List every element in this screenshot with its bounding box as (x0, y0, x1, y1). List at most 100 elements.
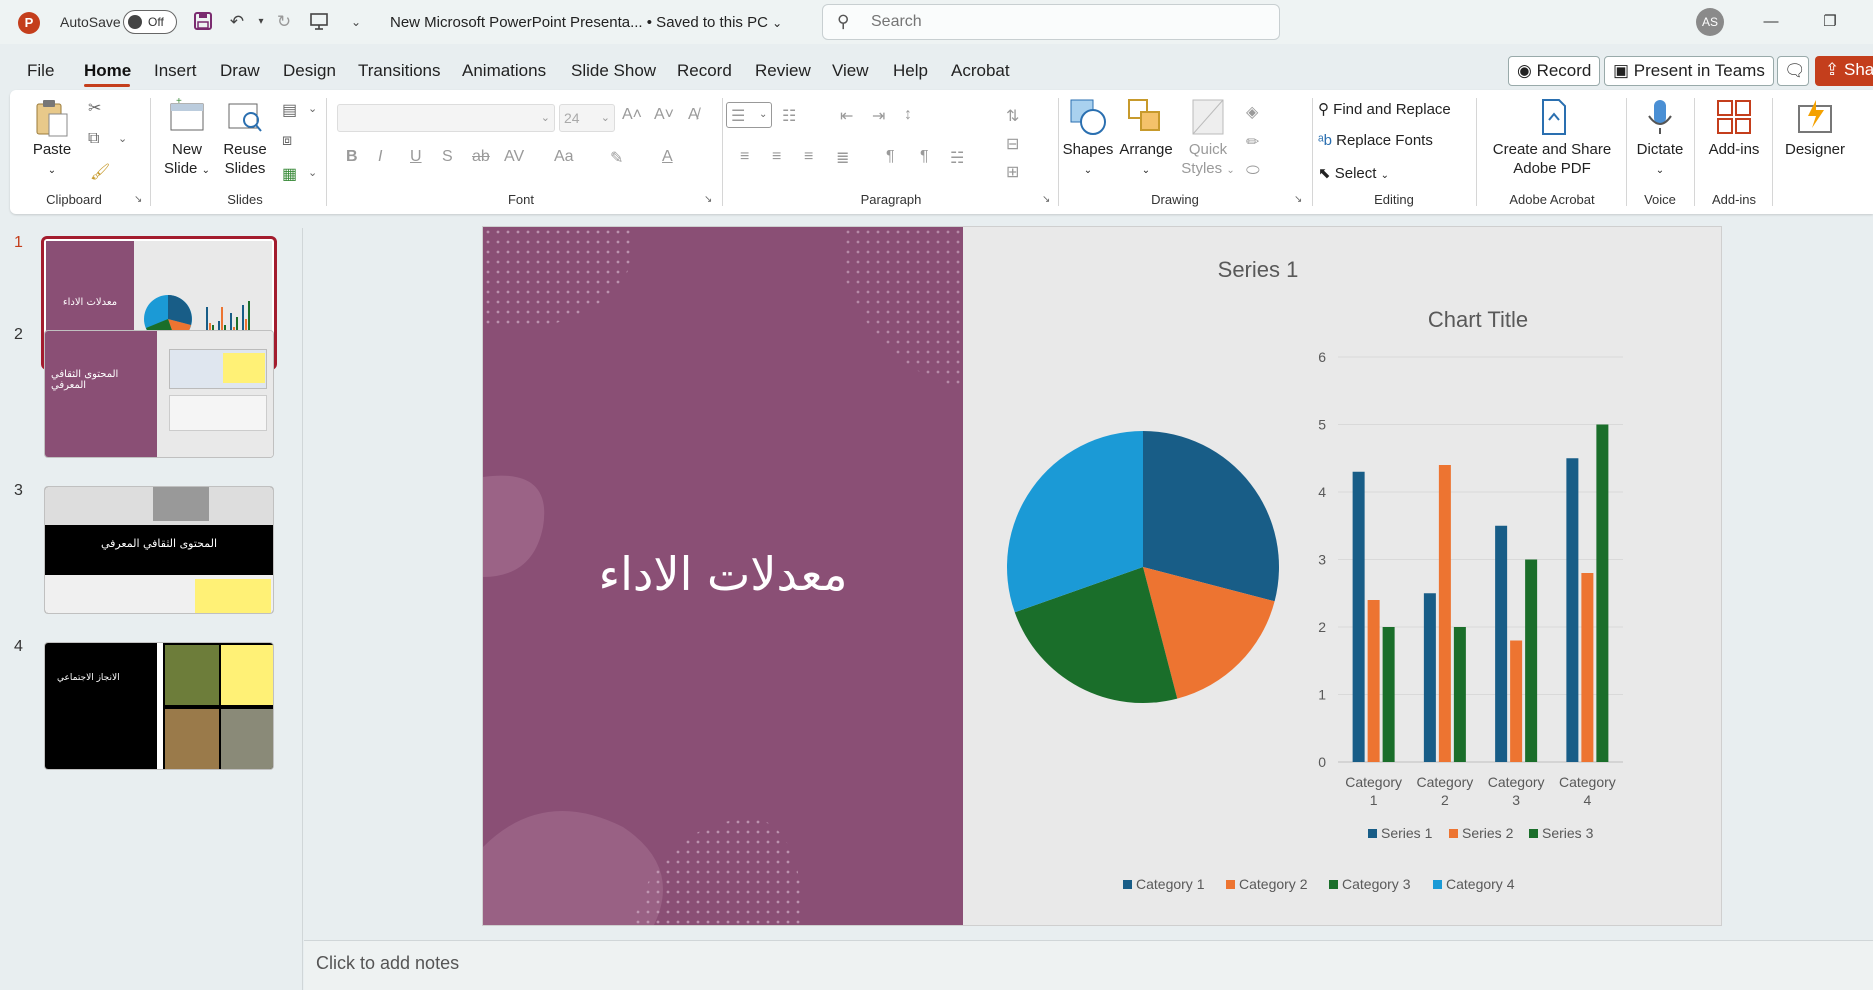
bar-legend-label: Series 3 (1542, 825, 1594, 841)
underline-icon[interactable]: U (410, 148, 422, 166)
redo-icon[interactable]: ↻ (273, 11, 295, 33)
change-case-icon[interactable]: Aa (554, 148, 574, 166)
quick-styles-button[interactable]: Quick Styles ⌄ (1180, 98, 1236, 180)
slide-canvas[interactable]: معدلات الاداء Series 1 Category 1 Category… (482, 226, 1722, 926)
section-dropdown-icon[interactable]: ⌄ (308, 166, 317, 179)
shapes-button[interactable]: Shapes ⌄ (1060, 98, 1116, 180)
text-direction-icon[interactable]: ⇅ (1006, 106, 1019, 126)
font-family-select[interactable]: ⌄ (337, 104, 555, 132)
slide-title[interactable]: معدلات الاداء (483, 547, 963, 601)
new-slide-button[interactable]: + New Slide ⌄ (160, 96, 214, 180)
comments-button[interactable]: 🗨 (1777, 56, 1809, 86)
shadow-icon[interactable]: S (442, 148, 453, 166)
clear-formatting-icon[interactable]: A̸ (688, 106, 699, 124)
cut-icon[interactable]: ✂ (88, 98, 101, 118)
charts[interactable]: Series 1 Category 1 Category 2 Category 3 Ca… (963, 227, 1722, 926)
shape-outline-icon[interactable]: ✏ (1246, 132, 1259, 152)
layout-icon[interactable]: ▤ (282, 100, 297, 120)
slide-thumbnail-4[interactable]: الانجاز الاجتماعي (44, 642, 274, 770)
tab-draw[interactable]: Draw (220, 61, 260, 81)
present-from-start-icon[interactable] (308, 11, 330, 33)
layout-dropdown-icon[interactable]: ⌄ (308, 102, 317, 115)
search-input[interactable] (871, 11, 1251, 33)
decrease-indent-icon[interactable]: ⇤ (840, 106, 853, 126)
justify-icon[interactable]: ≣ (836, 148, 849, 168)
notes-pane[interactable]: Click to add notes (304, 940, 1873, 990)
replace-fonts-button[interactable]: ᵃb Replace Fonts (1318, 132, 1433, 149)
font-size-select[interactable]: 24 ⌄ (559, 104, 615, 132)
character-spacing-icon[interactable]: AV (504, 148, 524, 166)
ltr-icon[interactable]: ¶ (886, 148, 895, 166)
tab-view[interactable]: View (832, 61, 869, 81)
undo-dropdown-icon[interactable]: ▾ (250, 11, 272, 33)
tab-animations[interactable]: Animations (462, 61, 546, 81)
pie-legend-swatch (1433, 880, 1442, 889)
create-share-pdf-button[interactable]: Create and Share Adobe PDF (1482, 98, 1622, 178)
tab-insert[interactable]: Insert (154, 61, 197, 81)
tab-review[interactable]: Review (755, 61, 811, 81)
slide-thumbnail-3[interactable]: المحتوى الثقافي المعرفي (44, 486, 274, 614)
record-button[interactable]: ◉ Record (1508, 56, 1601, 86)
reset-icon[interactable]: ⧈ (282, 132, 292, 150)
document-title[interactable]: New Microsoft PowerPoint Presenta... • S… (390, 14, 782, 31)
pane-divider[interactable] (302, 228, 303, 990)
copy-icon[interactable]: ⧉ (88, 130, 99, 148)
format-painter-icon[interactable]: 🖌 (90, 162, 110, 182)
bullets-button[interactable]: ☰ ⌄ (726, 102, 772, 128)
y-tick-label: 4 (1318, 484, 1326, 500)
shape-fill-icon[interactable]: ◈ (1246, 102, 1258, 122)
align-center-icon[interactable]: ≡ (772, 148, 781, 166)
tab-file[interactable]: File (27, 61, 54, 81)
tab-transitions[interactable]: Transitions (358, 61, 441, 81)
share-button[interactable]: ⇪ Share (1815, 56, 1873, 86)
font-color-icon[interactable]: A (662, 148, 673, 166)
tab-design[interactable]: Design (283, 61, 336, 81)
reuse-slides-button[interactable]: Reuse Slides (218, 98, 272, 178)
tab-help[interactable]: Help (893, 61, 928, 81)
smartart-icon[interactable]: ⊞ (1006, 162, 1019, 182)
tab-acrobat[interactable]: Acrobat (951, 61, 1010, 81)
thumbnail-number: 3 (14, 482, 23, 499)
search-box[interactable]: ⚲ (822, 4, 1280, 40)
dialog-launcher-icon[interactable]: ↘ (1042, 194, 1050, 205)
columns-icon[interactable]: ☵ (950, 148, 964, 168)
align-right-icon[interactable]: ≡ (804, 148, 813, 166)
paste-button[interactable]: Paste ⌄ (28, 98, 76, 180)
rtl-icon[interactable]: ¶ (920, 148, 929, 166)
decrease-font-icon[interactable]: A˅ (654, 106, 674, 124)
designer-button[interactable]: Designer (1778, 98, 1852, 159)
align-left-icon[interactable]: ≡ (740, 148, 749, 166)
add-ins-button[interactable]: Add-ins (1700, 98, 1768, 159)
find-and-replace-button[interactable]: ⚲ Find and Replace (1318, 100, 1451, 118)
select-button[interactable]: ⬉ Select ⌄ (1318, 164, 1389, 182)
dictate-button[interactable]: Dictate ⌄ (1630, 98, 1690, 180)
numbering-icon[interactable]: ☷ (782, 106, 796, 126)
tab-home[interactable]: Home (84, 61, 131, 81)
line-spacing-icon[interactable]: ↕ (904, 106, 912, 124)
slide-thumbnail-2[interactable]: المحتوى الثقافي المعرفي (44, 330, 274, 458)
align-text-icon[interactable]: ⊟ (1006, 134, 1019, 154)
tab-record[interactable]: Record (677, 61, 732, 81)
strikethrough-icon[interactable]: ab (472, 148, 490, 166)
dialog-launcher-icon[interactable]: ↘ (134, 194, 142, 205)
arrange-button[interactable]: Arrange ⌄ (1116, 98, 1176, 180)
present-in-teams-button[interactable]: ▣ Present in Teams (1604, 56, 1774, 86)
save-icon[interactable] (192, 11, 214, 33)
shape-effects-icon[interactable]: ⬭ (1246, 162, 1260, 180)
undo-icon[interactable]: ↶ (226, 11, 248, 33)
customize-toolbar-icon[interactable]: ⌄ (345, 11, 367, 33)
avatar[interactable]: AS (1696, 8, 1724, 36)
tab-slide-show[interactable]: Slide Show (571, 61, 656, 81)
bold-icon[interactable]: B (346, 148, 358, 166)
highlight-icon[interactable]: ✎ (610, 148, 623, 168)
section-icon[interactable]: ▦ (282, 164, 297, 184)
increase-font-icon[interactable]: A˄ (622, 106, 642, 124)
increase-indent-icon[interactable]: ⇥ (872, 106, 885, 126)
restore-icon[interactable]: ❐ (1815, 10, 1845, 34)
copy-dropdown-icon[interactable]: ⌄ (118, 132, 127, 145)
dialog-launcher-icon[interactable]: ↘ (704, 194, 712, 205)
dialog-launcher-icon[interactable]: ↘ (1294, 194, 1302, 205)
autosave-toggle[interactable]: Off (123, 10, 177, 34)
minimize-icon[interactable]: — (1756, 10, 1786, 34)
italic-icon[interactable]: I (378, 148, 382, 166)
